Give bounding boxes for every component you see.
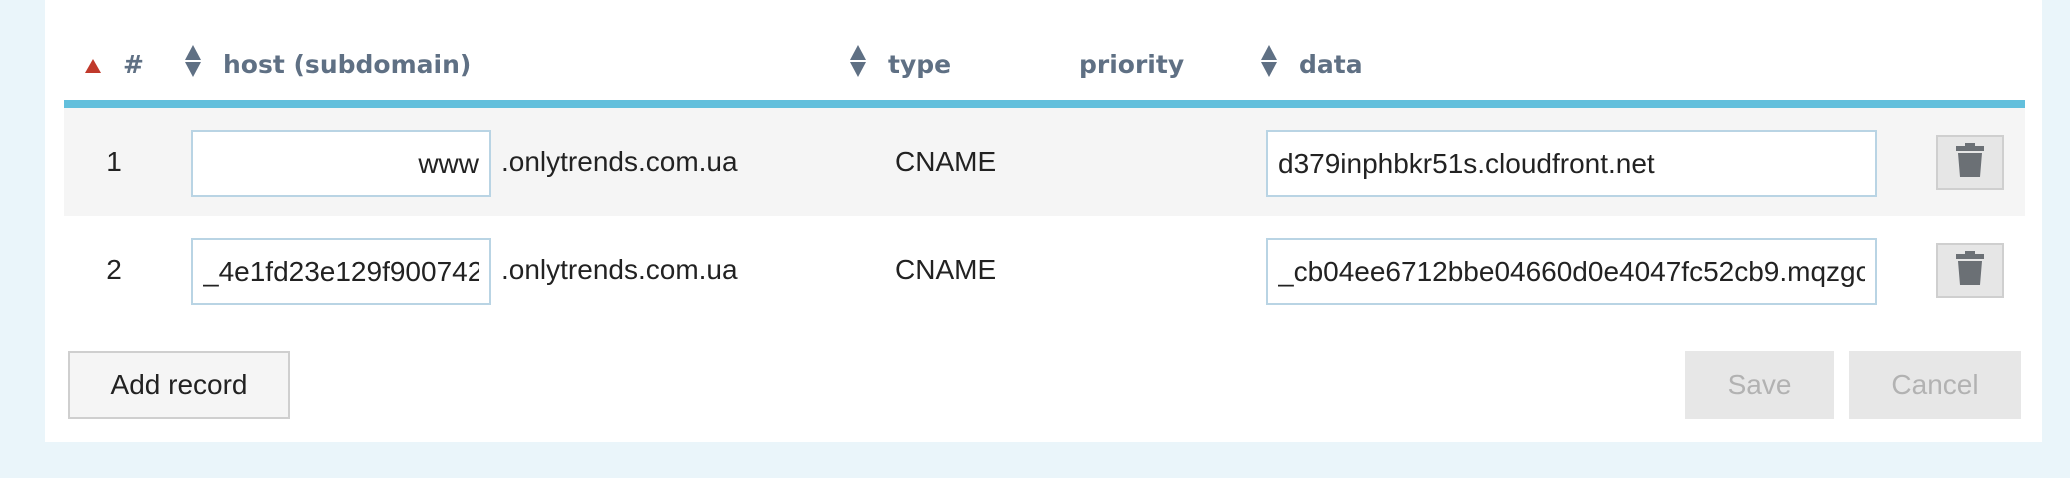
host-input[interactable] xyxy=(191,238,491,305)
trash-icon xyxy=(1956,251,1984,290)
row-number: 2 xyxy=(106,254,122,285)
header-host[interactable]: host (subdomain) xyxy=(185,45,472,83)
table-header: # host (subdomain) type priority data xyxy=(64,0,2025,108)
sort-both-icon xyxy=(850,45,866,83)
header-num[interactable]: # xyxy=(85,46,144,82)
header-type-label: type xyxy=(888,49,952,79)
header-num-label: # xyxy=(123,49,144,79)
record-type: CNAME xyxy=(895,254,997,285)
header-type[interactable]: type xyxy=(850,45,952,83)
data-input[interactable] xyxy=(1266,130,1877,197)
header-host-label: host (subdomain) xyxy=(223,49,472,79)
add-record-button[interactable]: Add record xyxy=(68,351,290,419)
table-row: 1 .onlytrends.com.ua CNAME xyxy=(64,108,2025,216)
host-input[interactable] xyxy=(191,130,491,197)
sort-both-icon xyxy=(1261,45,1277,83)
delete-record-button[interactable] xyxy=(1936,135,2004,190)
header-data[interactable]: data xyxy=(1261,45,1363,83)
domain-suffix: .onlytrends.com.ua xyxy=(501,146,738,177)
save-button[interactable]: Save xyxy=(1685,351,1834,419)
sort-both-icon xyxy=(185,45,201,83)
sort-asc-active-icon xyxy=(85,50,101,79)
header-data-label: data xyxy=(1299,49,1363,79)
record-type: CNAME xyxy=(895,146,997,177)
table-row: 2 .onlytrends.com.ua CNAME xyxy=(64,216,2025,324)
data-input[interactable] xyxy=(1266,238,1877,305)
trash-icon xyxy=(1956,143,1984,182)
cancel-button[interactable]: Cancel xyxy=(1849,351,2021,419)
domain-suffix: .onlytrends.com.ua xyxy=(501,254,738,285)
delete-record-button[interactable] xyxy=(1936,243,2004,298)
header-priority: priority xyxy=(1079,46,1184,82)
row-number: 1 xyxy=(106,146,122,177)
dns-records-panel: # host (subdomain) type priority data 1 xyxy=(45,0,2042,442)
header-priority-label: priority xyxy=(1079,49,1185,79)
